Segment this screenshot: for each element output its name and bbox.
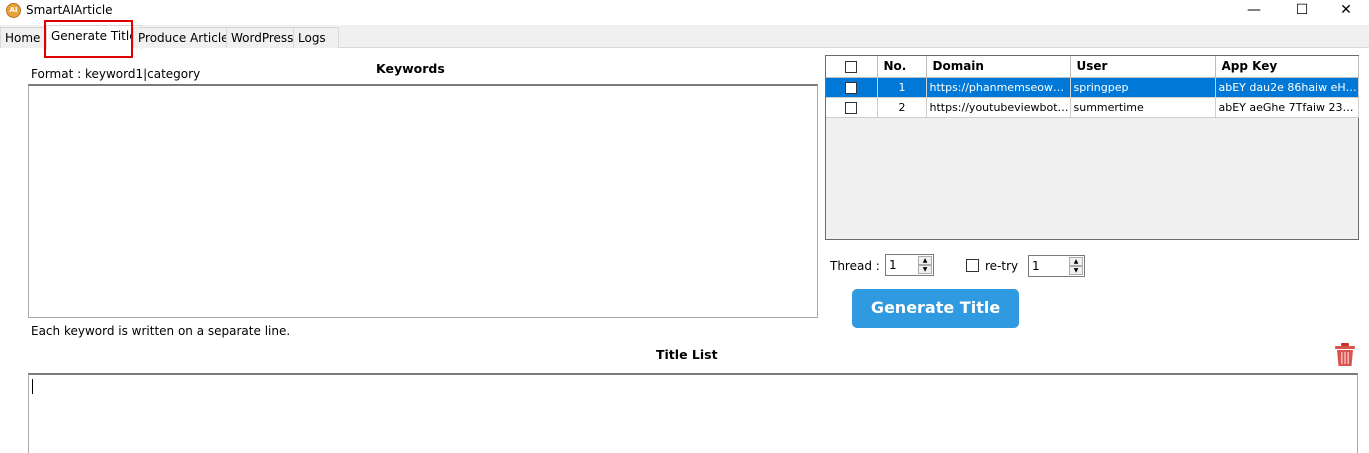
- column-header-no[interactable]: No.: [877, 56, 927, 78]
- row-no: 2: [877, 97, 927, 118]
- column-header-user[interactable]: User: [1070, 56, 1216, 78]
- column-header-domain[interactable]: Domain: [926, 56, 1071, 78]
- maximize-icon[interactable]: ☐: [1279, 0, 1325, 22]
- row-app-key: abEY aeGhe 7Tfaiw 23da...: [1215, 97, 1359, 118]
- table-row[interactable]: 2 https://youtubeviewbot.c... summertime…: [826, 97, 1359, 118]
- thread-down-arrow-icon[interactable]: ▼: [918, 265, 932, 274]
- minimize-icon[interactable]: —: [1231, 0, 1277, 22]
- app-window: AI SmartAIArticle — ☐ ✕ Home Generate Ti…: [0, 0, 1369, 453]
- retry-label: re-try: [985, 259, 1019, 273]
- title-list-heading: Title List: [656, 347, 718, 362]
- app-logo-icon: AI: [6, 3, 21, 18]
- trash-icon[interactable]: [1334, 342, 1356, 367]
- retry-up-arrow-icon[interactable]: ▲: [1069, 257, 1083, 266]
- row-domain: https://youtubeviewbot.c...: [926, 97, 1071, 118]
- row-checkbox[interactable]: [826, 97, 878, 118]
- tab-wordpress[interactable]: WordPress: [226, 27, 299, 48]
- row-no: 1: [877, 77, 927, 98]
- tab-strip: Home Generate Title Produce Article Word…: [0, 25, 1369, 49]
- tab-generate-title[interactable]: Generate Title: [46, 25, 142, 49]
- thread-stepper[interactable]: 1 ▲ ▼: [885, 254, 934, 276]
- sites-table[interactable]: No. Domain User App Key 1 https://phanme…: [825, 55, 1359, 240]
- select-all-checkbox[interactable]: [826, 56, 878, 78]
- tab-produce-article[interactable]: Produce Article: [133, 27, 234, 48]
- generate-title-button[interactable]: Generate Title: [852, 289, 1019, 328]
- retry-stepper[interactable]: 1 ▲ ▼: [1028, 255, 1085, 277]
- title-bar: AI SmartAIArticle — ☐ ✕: [0, 0, 1369, 22]
- keywords-textarea[interactable]: [28, 84, 818, 318]
- text-caret: [32, 379, 33, 394]
- row-user: summertime: [1070, 97, 1216, 118]
- retry-value: 1: [1032, 259, 1040, 273]
- retry-down-arrow-icon[interactable]: ▼: [1069, 266, 1083, 275]
- thread-up-arrow-icon[interactable]: ▲: [918, 256, 932, 265]
- thread-label: Thread :: [830, 259, 880, 273]
- window-title: SmartAIArticle: [26, 3, 113, 17]
- column-header-app-key[interactable]: App Key: [1215, 56, 1359, 78]
- title-list-textarea[interactable]: [28, 373, 1358, 453]
- keywords-hint: Each keyword is written on a separate li…: [31, 324, 291, 338]
- close-icon[interactable]: ✕: [1323, 0, 1369, 22]
- thread-value: 1: [889, 258, 897, 272]
- row-app-key: abEY dau2e 86haiw eH6d...: [1215, 77, 1359, 98]
- row-user: springpep: [1070, 77, 1216, 98]
- table-row[interactable]: 1 https://phanmemseoweb.... springpep ab…: [826, 77, 1359, 98]
- row-domain: https://phanmemseoweb....: [926, 77, 1071, 98]
- keywords-heading: Keywords: [376, 61, 445, 76]
- retry-checkbox[interactable]: [966, 259, 979, 272]
- row-checkbox[interactable]: [826, 77, 878, 98]
- tab-logs[interactable]: Logs: [293, 27, 339, 48]
- tab-home[interactable]: Home: [0, 27, 46, 48]
- table-header-row: No. Domain User App Key: [826, 56, 1359, 78]
- format-label: Format : keyword1|category: [31, 67, 201, 81]
